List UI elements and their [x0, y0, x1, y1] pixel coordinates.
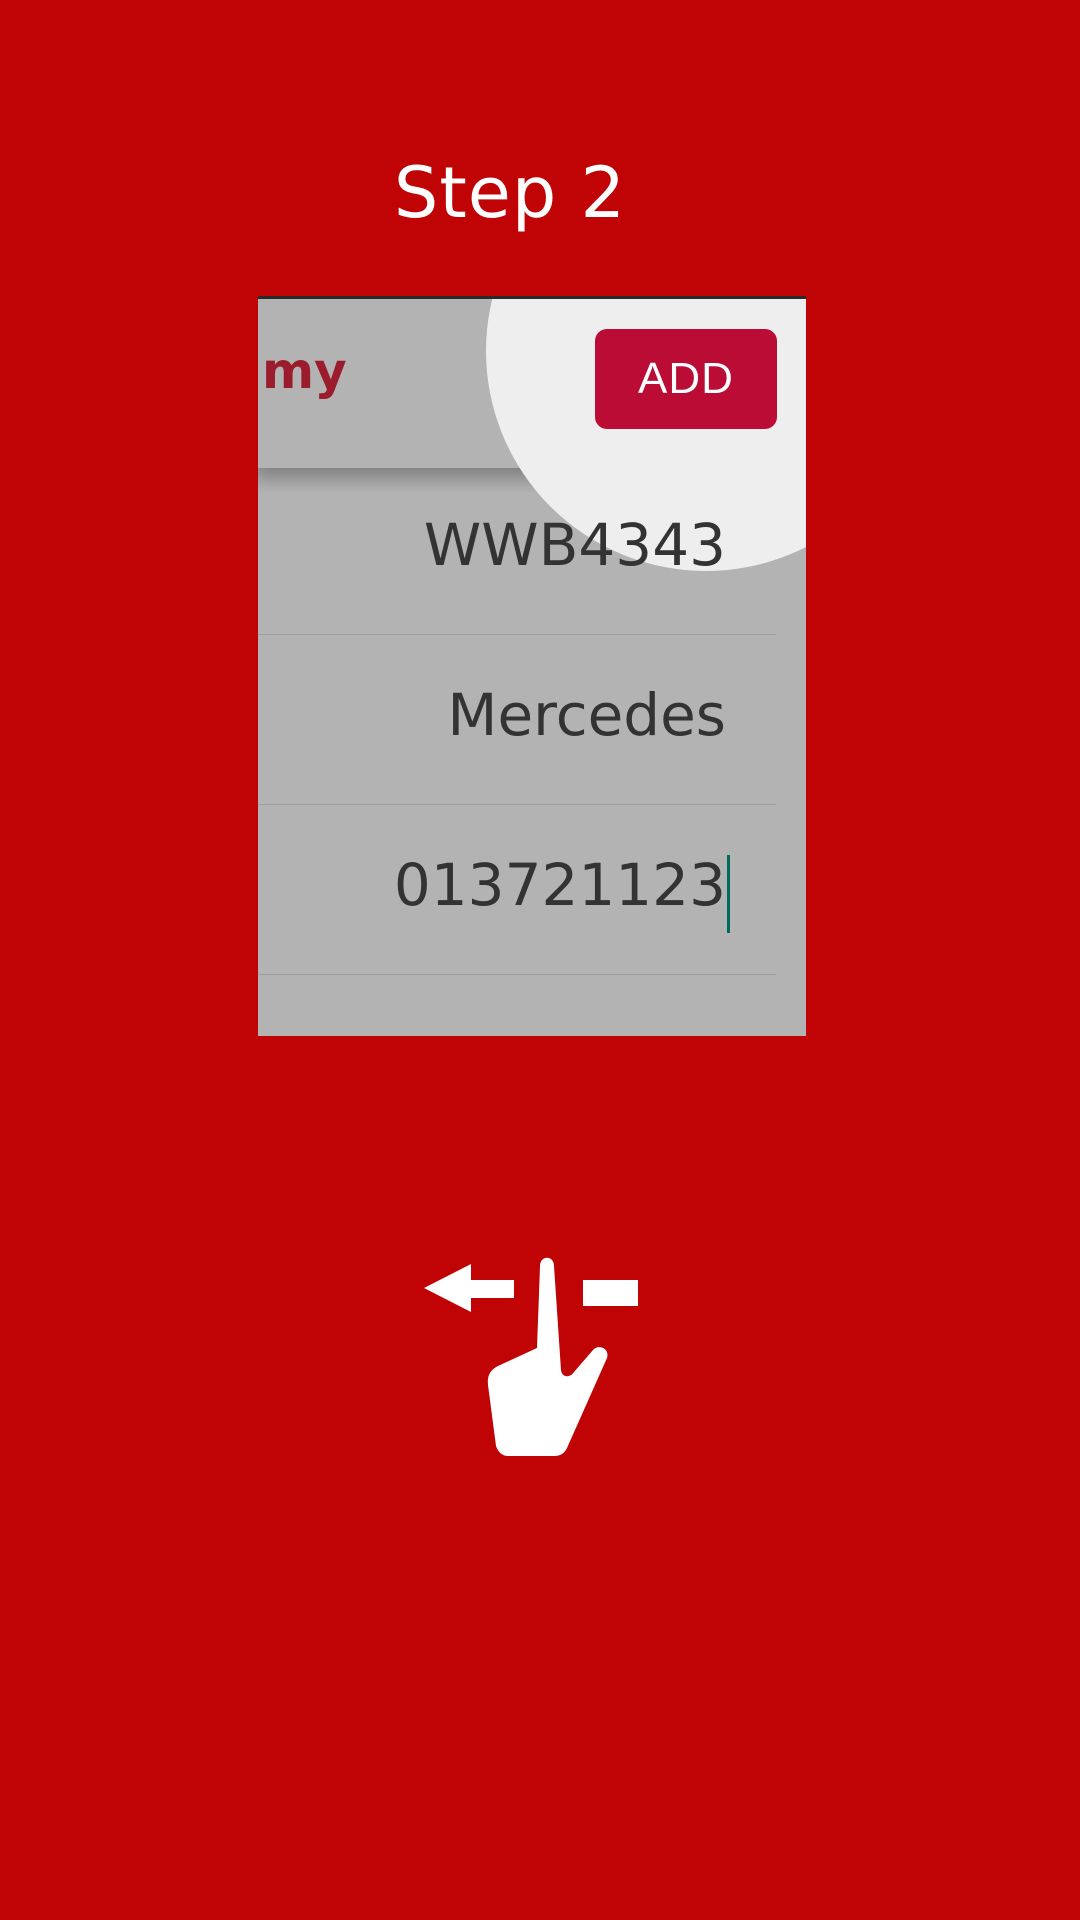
tutorial-preview: my ADD WWB4343 Mercedes 013721123	[258, 296, 806, 1036]
swipe-left-icon	[424, 1257, 638, 1456]
number-value: 013721123	[393, 851, 726, 919]
plate-number-value: WWB4343	[423, 511, 726, 579]
step-title: Step 2	[393, 152, 627, 234]
car-brand-value: Mercedes	[447, 681, 726, 749]
field-row-number[interactable]: 013721123	[258, 805, 776, 975]
field-row-brand[interactable]: Mercedes	[258, 635, 776, 805]
add-button[interactable]: ADD	[595, 329, 777, 429]
text-cursor	[727, 855, 730, 933]
header-partial-title: my	[262, 342, 347, 400]
